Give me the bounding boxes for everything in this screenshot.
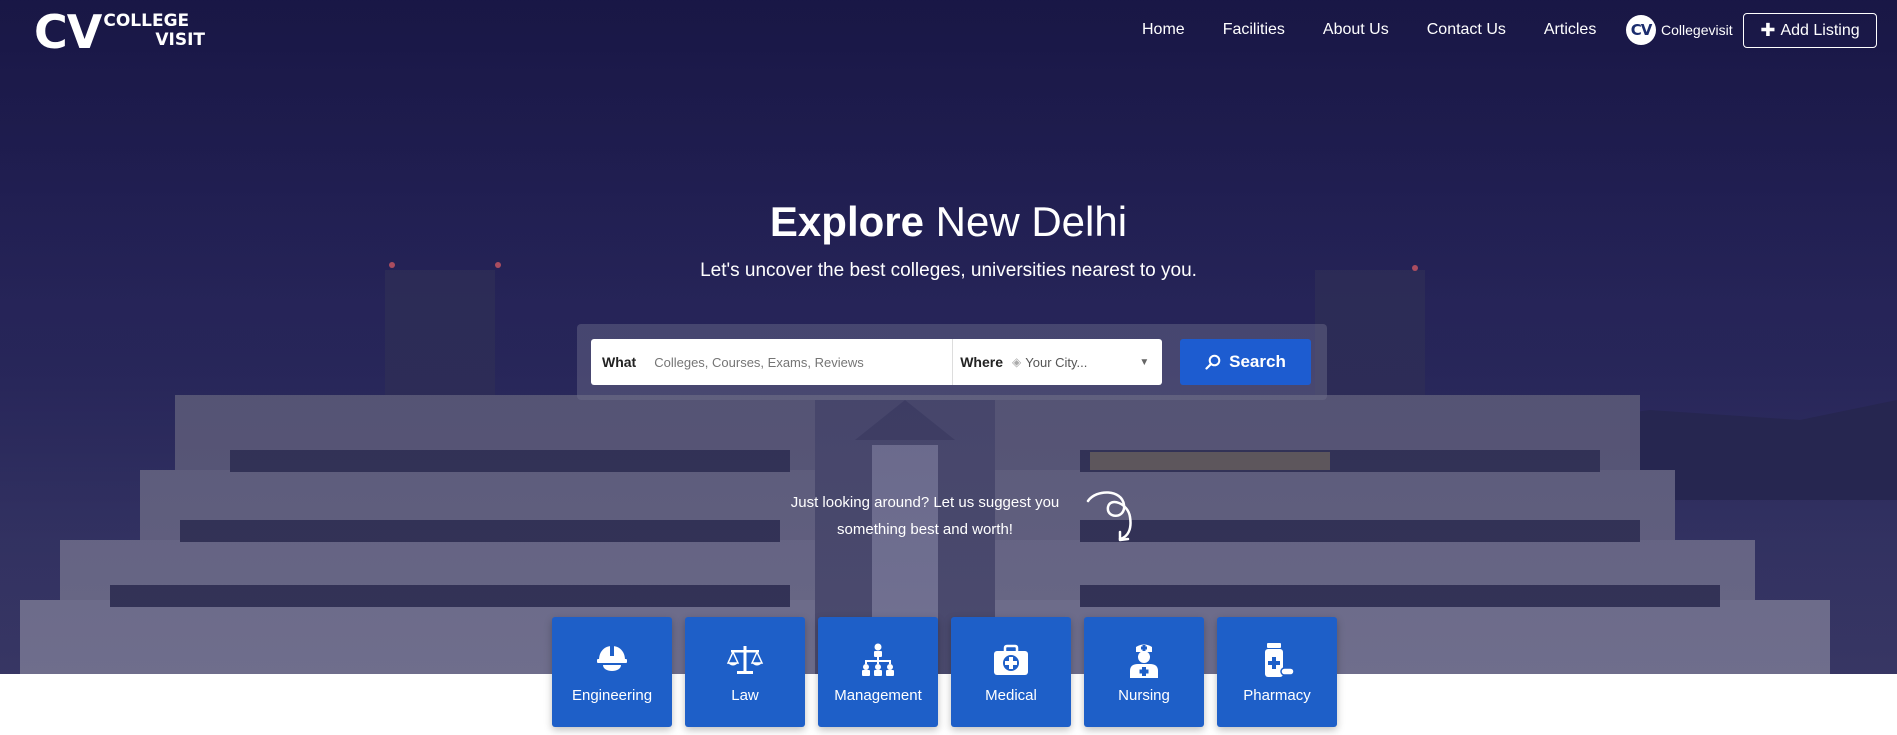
search-divider [952, 339, 954, 385]
medical-kit-icon [994, 644, 1028, 675]
logo-wordmark: COLLEGE VISIT [103, 12, 205, 50]
category-pharmacy[interactable]: Pharmacy [1217, 617, 1337, 727]
category-label: Law [731, 687, 759, 704]
site-logo[interactable]: CV COLLEGE VISIT [34, 5, 205, 59]
location-diamond-icon: ◈ [1012, 355, 1022, 369]
category-medical[interactable]: Medical [951, 617, 1071, 727]
category-management[interactable]: Management [818, 617, 938, 727]
nav-contact-us[interactable]: Contact Us [1427, 21, 1506, 39]
category-label: Nursing [1118, 687, 1170, 704]
nav-facilities[interactable]: Facilities [1223, 21, 1285, 39]
medicine-bottle-icon [1265, 643, 1295, 677]
logo-line-1: COLLEGE [103, 11, 190, 31]
scales-icon [726, 646, 764, 674]
search-button-label: Search [1229, 352, 1286, 371]
category-nursing[interactable]: Nursing [1084, 617, 1204, 727]
what-label: What [602, 354, 637, 370]
title-city: New Delhi [935, 198, 1128, 245]
nav-articles[interactable]: Articles [1544, 21, 1596, 39]
category-label: Pharmacy [1243, 687, 1311, 704]
chevron-down-icon[interactable]: ▼ [1139, 357, 1149, 368]
what-input[interactable] [654, 354, 945, 370]
engineer-helmet-icon [597, 646, 627, 671]
search-icon [1205, 354, 1221, 370]
suggest-line-1: Just looking around? Let us suggest you [790, 494, 1060, 511]
category-engineering[interactable]: Engineering [552, 617, 672, 727]
category-label: Engineering [571, 687, 653, 704]
org-chart-icon [862, 643, 894, 676]
page-title: Explore New Delhi [0, 198, 1897, 246]
category-label: Medical [985, 687, 1037, 704]
suggest-line-2: something best and worth! [837, 521, 1013, 538]
curly-arrow-icon [1086, 491, 1132, 542]
page-subtitle: Let's uncover the best colleges, univers… [700, 260, 1197, 281]
add-listing-label: Add Listing [1780, 21, 1860, 39]
user-menu[interactable]: CV Collegevisit [1626, 15, 1733, 45]
search-form: What Where ◈ Your City... ▼ [591, 339, 1162, 385]
category-label: Management [834, 687, 922, 704]
plus-icon: ✚ [1760, 20, 1776, 40]
where-select[interactable]: Your City... [1025, 355, 1087, 370]
nurse-icon [1130, 644, 1158, 678]
title-bold: Explore [769, 198, 924, 245]
add-listing-button[interactable]: ✚ Add Listing [1743, 13, 1877, 48]
category-law[interactable]: Law [685, 617, 805, 727]
user-name: Collegevisit [1661, 22, 1733, 38]
search-button[interactable]: Search [1180, 339, 1311, 385]
nav-about-us[interactable]: About Us [1323, 21, 1389, 39]
nav-home[interactable]: Home [1142, 21, 1185, 39]
category-list: Engineering Law Management Medical Nursi… [552, 617, 1337, 727]
suggest-text: Just looking around? Let us suggest you … [770, 489, 1080, 543]
logo-line-2: VISIT [155, 30, 206, 50]
logo-initials: CV [34, 5, 102, 59]
avatar: CV [1626, 15, 1656, 45]
where-label: Where [960, 354, 1004, 370]
main-nav: Home Facilities About Us Contact Us Arti… [1142, 21, 1596, 39]
